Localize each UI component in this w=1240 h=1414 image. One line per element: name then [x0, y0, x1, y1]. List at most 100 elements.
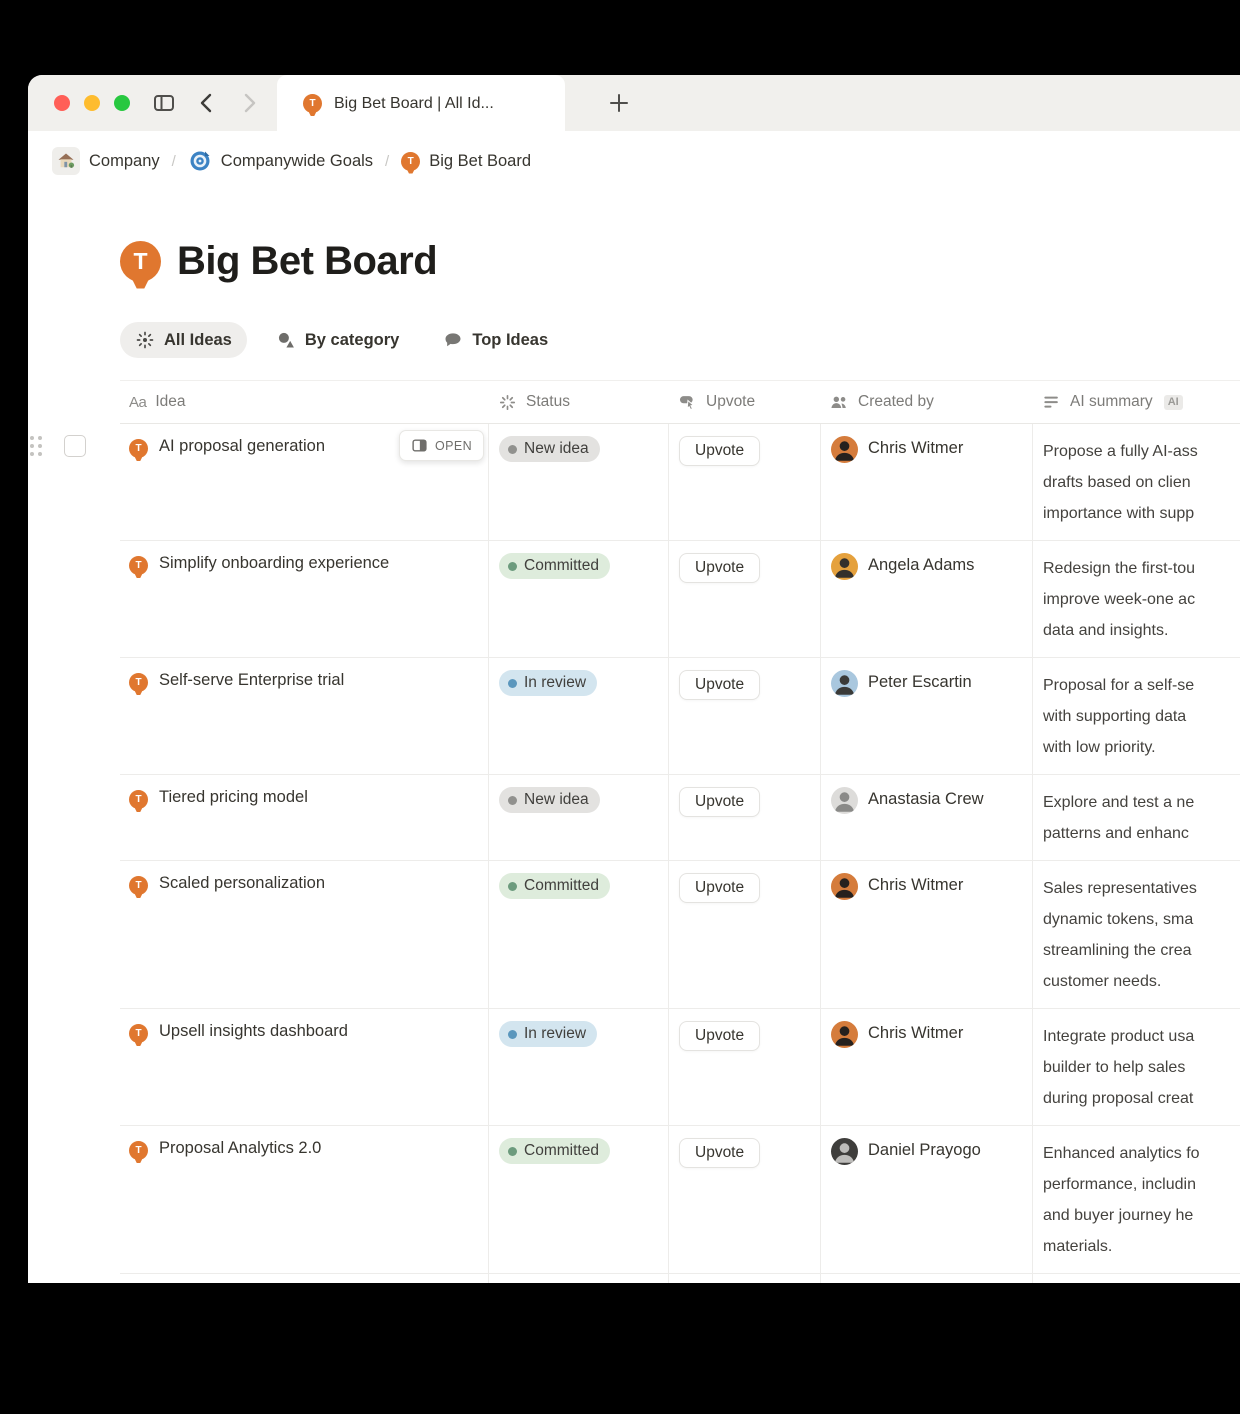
ai-summary-cell[interactable]: Explore and test a nepatterns and enhanc	[1032, 775, 1240, 860]
ai-summary-line: customer needs.	[1043, 966, 1240, 997]
column-header-idea[interactable]: Aa Idea	[120, 381, 488, 423]
column-header-status[interactable]: Status	[488, 381, 668, 423]
minimize-window-button[interactable]	[84, 95, 100, 111]
idea-name[interactable]: Scaled personalization	[159, 873, 325, 893]
page-title: Big Bet Board	[177, 239, 437, 284]
status-label: In review	[524, 674, 586, 692]
browser-tab[interactable]: Big Bet Board | All Id...	[277, 75, 565, 132]
status-dot-icon	[508, 1147, 517, 1156]
idea-name[interactable]: Upsell insights dashboard	[159, 1021, 348, 1041]
house-icon	[52, 147, 80, 175]
breadcrumb-label: Companywide Goals	[221, 152, 373, 171]
creator-name: Daniel Prayogo	[868, 1138, 981, 1160]
table-row[interactable]: Self-serve Enterprise trial In review Up…	[120, 658, 1240, 775]
creator-name: Angela Adams	[868, 553, 974, 575]
upvote-button[interactable]: Upvote	[679, 873, 760, 903]
status-badge[interactable]: In review	[499, 1021, 597, 1047]
table-row[interactable]: Simplify onboarding experience Committed…	[120, 541, 1240, 658]
traffic-lights	[54, 95, 130, 111]
close-window-button[interactable]	[54, 95, 70, 111]
column-header-created-by[interactable]: Created by	[820, 381, 1032, 423]
created-by-cell[interactable]: Daniel Prayogo	[820, 1126, 1032, 1273]
created-by-cell[interactable]: Peter Escartin	[820, 658, 1032, 774]
drag-handle-icon[interactable]	[30, 436, 42, 456]
status-badge[interactable]: Committed	[499, 873, 610, 899]
table-row[interactable]: Upsell insights dashboard In review Upvo…	[120, 1009, 1240, 1126]
ai-summary-line: patterns and enhanc	[1043, 818, 1240, 849]
table-row[interactable]: Scaled personalization Committed Upvote	[120, 861, 1240, 1009]
upvote-button[interactable]: Upvote	[679, 1138, 760, 1168]
ai-summary-line: importance with supp	[1043, 498, 1240, 529]
status-dot-icon	[508, 882, 517, 891]
table-row[interactable]: AI proposal generation OPEN New idea Upv…	[120, 424, 1240, 541]
ai-summary-cell[interactable]: Enhanced analytics foperformance, includ…	[1032, 1126, 1240, 1273]
upvote-button[interactable]: Upvote	[679, 1021, 760, 1051]
created-by-cell[interactable]: Chris Witmer	[820, 424, 1032, 540]
avatar	[831, 787, 858, 814]
ideas-table: Aa Idea Status	[120, 380, 1240, 1283]
idea-name[interactable]: Simplify onboarding experience	[159, 553, 389, 573]
table-row[interactable]: Tiered pricing model New idea Upvote	[120, 775, 1240, 861]
status-badge[interactable]: In review	[499, 670, 597, 696]
status-badge[interactable]: Committed	[499, 1138, 610, 1164]
ai-summary-cell[interactable]: Marketplace offering	[1032, 1274, 1240, 1283]
zoom-window-button[interactable]	[114, 95, 130, 111]
created-by-cell[interactable]: Angela Adams	[820, 541, 1032, 657]
status-badge[interactable]: New idea	[499, 436, 600, 462]
back-button[interactable]	[196, 92, 218, 114]
sidebar-toggle-icon[interactable]	[152, 91, 176, 115]
upvote-button[interactable]: Upvote	[679, 787, 760, 817]
ai-summary-line: streamlining the crea	[1043, 935, 1240, 966]
created-by-cell[interactable]: Amy White	[820, 1274, 1032, 1283]
ai-summary-line: during proposal creat	[1043, 1083, 1240, 1114]
status-badge[interactable]: New idea	[499, 787, 600, 813]
idea-name[interactable]: AI proposal generation	[159, 436, 325, 456]
status-spinner-icon	[498, 393, 517, 412]
ai-summary-cell[interactable]: Integrate product usabuilder to help sal…	[1032, 1009, 1240, 1125]
ai-summary-line: Integrate product usa	[1043, 1021, 1240, 1052]
upvote-cell: Upvote	[668, 1009, 820, 1125]
breadcrumb-item-company[interactable]: Company	[52, 147, 160, 175]
table-row[interactable]: Themes marketplace In review Upvote	[120, 1274, 1240, 1283]
row-checkbox[interactable]	[64, 435, 86, 457]
breadcrumb-item-big-bet-board[interactable]: Big Bet Board	[401, 152, 531, 171]
table-row[interactable]: Proposal Analytics 2.0 Committed Upvote	[120, 1126, 1240, 1274]
new-tab-button[interactable]	[584, 75, 654, 131]
avatar	[831, 1138, 858, 1165]
breadcrumb-label: Company	[89, 152, 160, 171]
view-tab-top-ideas[interactable]: Top Ideas	[428, 322, 563, 358]
status-label: New idea	[524, 791, 589, 809]
ai-summary-cell[interactable]: Propose a fully AI-assdrafts based on cl…	[1032, 424, 1240, 540]
ai-summary-line: performance, includin	[1043, 1169, 1240, 1200]
ai-summary-cell[interactable]: Redesign the first-touimprove week-one a…	[1032, 541, 1240, 657]
idea-name[interactable]: Self-serve Enterprise trial	[159, 670, 344, 690]
bulb-icon	[129, 876, 148, 895]
upvote-button[interactable]: Upvote	[679, 670, 760, 700]
column-header-upvote[interactable]: Upvote	[668, 381, 820, 423]
ai-summary-line: improve week-one ac	[1043, 584, 1240, 615]
breadcrumb-item-companywide-goals[interactable]: Companywide Goals	[188, 149, 373, 173]
idea-name[interactable]: Tiered pricing model	[159, 787, 308, 807]
forward-button[interactable]	[238, 92, 260, 114]
idea-cell: Simplify onboarding experience	[120, 541, 488, 657]
created-by-cell[interactable]: Anastasia Crew	[820, 775, 1032, 860]
created-by-cell[interactable]: Chris Witmer	[820, 861, 1032, 1008]
ai-summary-cell[interactable]: Sales representativesdynamic tokens, sma…	[1032, 861, 1240, 1008]
created-by-cell[interactable]: Chris Witmer	[820, 1009, 1032, 1125]
status-cell: Committed	[488, 1126, 668, 1273]
upvote-cell: Upvote	[668, 861, 820, 1008]
upvote-button[interactable]: Upvote	[679, 436, 760, 466]
column-label: AI summary	[1070, 393, 1153, 411]
status-badge[interactable]: Committed	[499, 553, 610, 579]
ai-summary-cell[interactable]: Proposal for a self-sewith supporting da…	[1032, 658, 1240, 774]
view-tab-all-ideas[interactable]: All Ideas	[120, 322, 247, 358]
upvote-cell: Upvote	[668, 775, 820, 860]
status-dot-icon	[508, 679, 517, 688]
open-button[interactable]: OPEN	[399, 430, 484, 461]
column-header-ai-summary[interactable]: AI summary AI	[1032, 381, 1240, 423]
upvote-button[interactable]: Upvote	[679, 553, 760, 583]
view-tab-by-category[interactable]: By category	[261, 322, 414, 358]
ai-summary-line: builder to help sales	[1043, 1052, 1240, 1083]
idea-name[interactable]: Proposal Analytics 2.0	[159, 1138, 321, 1158]
status-cell: New idea	[488, 424, 668, 540]
